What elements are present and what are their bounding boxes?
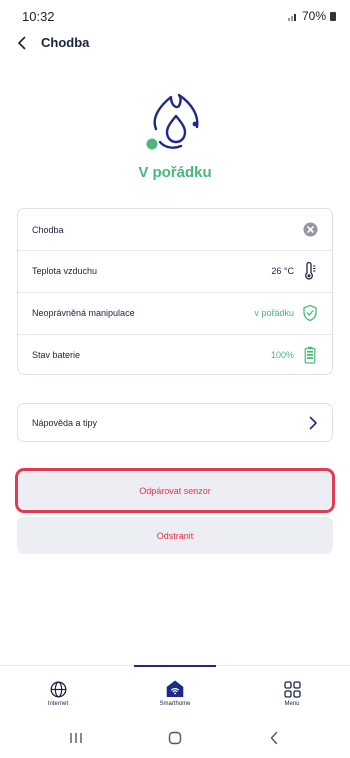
sensor-name-row[interactable]: Chodba: [18, 209, 332, 250]
back-button[interactable]: [12, 33, 32, 53]
bottom-tab-bar: Internet Smarthome Menu: [0, 665, 350, 712]
temperature-value: 26 °C: [271, 266, 294, 276]
system-navigation-bar: [0, 712, 350, 758]
tamper-row: Neoprávněná manipulace v pořádku: [18, 292, 332, 333]
signal-icon: [287, 13, 296, 21]
flood-sensor-icon: [146, 93, 199, 150]
sensor-info-card: Chodba Teplota vzduchu 26 °C Neoprávněná…: [17, 208, 333, 375]
unpair-sensor-button[interactable]: Odpárovat senzor: [17, 472, 333, 509]
recent-apps-button[interactable]: [66, 730, 86, 746]
home-circle-icon: [168, 731, 182, 745]
battery-value: 100%: [270, 350, 294, 360]
tab-internet-label: Internet: [47, 701, 69, 707]
tamper-value: v pořádku: [254, 308, 294, 318]
help-tips-label: Nápověda a tipy: [32, 417, 98, 428]
globe-icon: [49, 680, 67, 698]
clear-icon[interactable]: [302, 221, 318, 239]
system-back-button[interactable]: [264, 730, 284, 746]
chevron-right-icon: [309, 416, 317, 429]
status-bar: 10:32 70%: [0, 0, 350, 30]
remove-button[interactable]: Odstranit: [17, 517, 333, 554]
tamper-label: Neoprávněná manipulace: [32, 308, 135, 318]
tab-internet[interactable]: Internet: [18, 680, 98, 707]
recent-apps-icon: [70, 733, 82, 743]
battery-percent: 70%: [301, 9, 326, 23]
shield-check-icon: [302, 304, 318, 322]
tab-menu-label: Menu: [284, 701, 300, 707]
home-wifi-icon: [166, 680, 184, 698]
tab-smarthome[interactable]: Smarthome: [135, 680, 215, 707]
status-indicators: 70%: [287, 9, 336, 23]
home-button[interactable]: [165, 730, 185, 746]
back-arrow-icon: [270, 731, 278, 745]
status-title: V pořádku: [138, 164, 212, 181]
status-battery-icon: [330, 11, 336, 21]
grid-icon: [283, 680, 301, 698]
battery-full-icon: [302, 346, 318, 364]
battery-row: Stav baterie 100%: [18, 334, 332, 375]
thermometer-icon: [302, 262, 318, 280]
active-tab-indicator: [134, 665, 216, 667]
temperature-row: Teplota vzduchu 26 °C: [18, 250, 332, 291]
page-title: Chodba: [41, 35, 90, 50]
tab-menu[interactable]: Menu: [252, 680, 332, 707]
temperature-label: Teplota vzduchu: [32, 266, 98, 276]
battery-label: Stav baterie: [32, 350, 81, 360]
sensor-name-field[interactable]: Chodba: [32, 225, 302, 235]
app-header: Chodba: [0, 30, 350, 56]
chevron-left-icon: [18, 36, 26, 50]
tab-smarthome-label: Smarthome: [159, 701, 191, 707]
help-tips-item[interactable]: Nápověda a tipy: [17, 403, 333, 442]
status-time: 10:32: [22, 9, 55, 24]
